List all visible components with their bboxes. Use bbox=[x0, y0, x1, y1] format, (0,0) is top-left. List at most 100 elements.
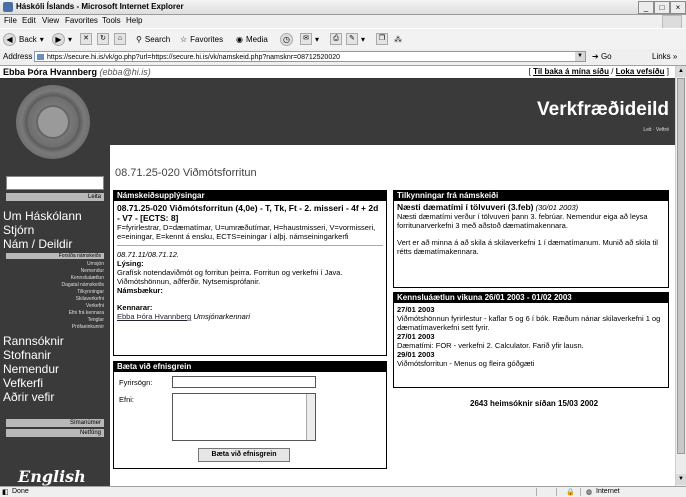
description-text: Grafísk notendaviðmót og forritun þeirra… bbox=[117, 268, 343, 286]
visit-counter: 2643 heimsóknir síðan 15/03 2002 bbox=[470, 399, 599, 408]
go-button[interactable]: ➔ Go bbox=[592, 52, 612, 61]
nav-sub-skilaverkefni[interactable]: Skilaverkefni bbox=[76, 296, 104, 302]
back-button[interactable]: ◀ Back ▾ bbox=[3, 32, 44, 46]
forward-button[interactable]: ▶ ▾ bbox=[52, 32, 72, 46]
forward-arrow-icon: ▶ bbox=[52, 32, 65, 46]
menu-favorites[interactable]: Favorites bbox=[65, 16, 98, 25]
course-info-box: Námskeiðsupplýsingar 08.71.25-020 Viðmót… bbox=[113, 190, 387, 356]
announcement-title-line: Næsti dæmatími í tölvuveri (3.feb) (30/0… bbox=[397, 202, 665, 213]
lock-icon: 🔒 bbox=[566, 489, 575, 496]
schedule-date: 27/01 2003 bbox=[397, 332, 435, 341]
history-button[interactable]: ◷ bbox=[280, 32, 293, 46]
emails-link[interactable]: Netföng bbox=[6, 429, 104, 437]
search-button[interactable]: ⚲ Search bbox=[136, 32, 170, 46]
department-title: Verkfræðideild bbox=[537, 99, 669, 120]
nav-sub-profaeinkunnir[interactable]: Prófaeinkunnir bbox=[72, 324, 104, 330]
menu-bar: File Edit View Favorites Tools Help bbox=[0, 15, 686, 29]
window-titlebar: Háskóli Íslands - Microsoft Internet Exp… bbox=[0, 0, 686, 15]
search-icon: ⚲ bbox=[136, 34, 142, 44]
left-sidebar: Leita Um Háskólann Stjórn Nám / Deildir … bbox=[0, 79, 110, 486]
page-scrollbar[interactable]: ▲ ▼ bbox=[675, 66, 686, 486]
nav-sub-dagatal[interactable]: Dagatal námskeiðs bbox=[61, 282, 104, 288]
teacher-line: Ebba Þóra Hvannberg Umsjónarkennari bbox=[117, 312, 383, 321]
divider bbox=[536, 488, 537, 496]
back-to-my-page-link[interactable]: Til baka á mína síðu bbox=[533, 67, 609, 76]
discuss-button[interactable]: ❐ bbox=[376, 32, 388, 46]
topic-body-textarea[interactable] bbox=[172, 393, 316, 441]
page-title: 08.71.25-020 Viðmótsforritun bbox=[115, 167, 257, 179]
nav-adrir-vefir[interactable]: Aðrir vefir bbox=[3, 390, 54, 404]
nav-rannsoknir[interactable]: Rannsóknir bbox=[3, 334, 64, 348]
topic-title-label: Fyrirsögn: bbox=[119, 378, 153, 387]
mail-icon: ✉ bbox=[300, 33, 312, 45]
mail-button[interactable]: ✉ ▾ bbox=[300, 32, 319, 46]
internet-zone-icon: ◍ bbox=[586, 489, 593, 496]
books-label: Námsbækur: bbox=[117, 286, 163, 295]
header-sublinks[interactable]: Leit · Veftré bbox=[643, 127, 669, 133]
topic-title-input[interactable] bbox=[172, 376, 316, 388]
nav-um-haskolann[interactable]: Um Háskólann bbox=[3, 209, 82, 223]
chevron-down-icon: ▾ bbox=[68, 34, 73, 44]
course-info-content: 08.71.25-020 Viðmótsforritun (4,0e) - T,… bbox=[117, 203, 383, 321]
description-label: Lýsing: bbox=[117, 259, 144, 268]
nav-nemendur[interactable]: Nemendur bbox=[3, 362, 59, 376]
schedule-heading: Kennsluáætlun vikuna 26/01 2003 - 01/02 … bbox=[394, 293, 668, 303]
nav-stofnanir[interactable]: Stofnanir bbox=[3, 348, 51, 362]
scroll-up-arrow-icon[interactable]: ▲ bbox=[676, 66, 686, 77]
nav-sub-forsida[interactable]: Forsíða námskeiðs bbox=[6, 253, 104, 259]
nav-sub-verkefni[interactable]: Verkefni bbox=[86, 303, 104, 309]
teacher-name-link[interactable]: Ebba Þóra Hvannberg bbox=[117, 312, 191, 321]
english-link[interactable]: English bbox=[18, 467, 86, 486]
user-name-line: Ebba Þóra Hvannberg (ebba@hi.is) bbox=[3, 67, 151, 77]
messenger-button[interactable]: ⁂ bbox=[394, 32, 402, 46]
menu-file[interactable]: File bbox=[4, 16, 17, 25]
nav-sub-kennsluaaetlun[interactable]: Kennsluáætlun bbox=[71, 275, 104, 281]
announcement-title[interactable]: Næsti dæmatími í tölvuveri (3.feb) bbox=[397, 202, 534, 212]
schedule-date: 29/01 2003 bbox=[397, 350, 435, 359]
course-legend: F=fyrirlestrar, D=dæmatímar, U=umræðutím… bbox=[117, 223, 376, 241]
nav-sub-tenglar[interactable]: Tenglar bbox=[88, 317, 104, 323]
stop-icon: ✕ bbox=[80, 33, 92, 45]
favorites-button[interactable]: ☆ Favorites bbox=[180, 32, 223, 46]
sidebar-search-input[interactable] bbox=[6, 176, 104, 190]
scroll-thumb[interactable] bbox=[677, 78, 685, 454]
menu-tools[interactable]: Tools bbox=[102, 16, 121, 25]
go-arrow-icon: ➔ bbox=[592, 52, 599, 61]
nav-sub-tilkynningar[interactable]: Tilkynningar bbox=[77, 289, 104, 295]
refresh-button[interactable]: ↻ bbox=[97, 32, 109, 46]
nav-nam-deildir[interactable]: Nám / Deildir bbox=[3, 237, 72, 251]
schedule-text: Viðmótsforritun - Menus og fleira góðgæt… bbox=[397, 359, 535, 368]
media-button[interactable]: ◉ Media bbox=[236, 32, 268, 46]
chevron-down-icon: ▾ bbox=[315, 34, 320, 44]
phone-numbers-link[interactable]: Símanúmer bbox=[6, 419, 104, 427]
university-seal-logo bbox=[16, 85, 90, 159]
nav-sub-efni-fra-kennara[interactable]: Efni frá kennara bbox=[69, 310, 104, 316]
textarea-scrollbar[interactable] bbox=[306, 394, 315, 440]
links-button[interactable]: Links » bbox=[652, 52, 677, 61]
nav-stjorn[interactable]: Stjórn bbox=[3, 223, 34, 237]
nav-vefkerfi[interactable]: Vefkerfi bbox=[3, 376, 43, 390]
edit-icon: ✎ bbox=[346, 33, 358, 45]
stop-button[interactable]: ✕ bbox=[80, 32, 92, 46]
status-text: Done bbox=[12, 488, 29, 495]
scroll-down-arrow-icon[interactable]: ▼ bbox=[676, 474, 686, 485]
add-topic-submit-button[interactable]: Bæta við efnisgrein bbox=[198, 448, 290, 462]
minimize-button[interactable]: _ bbox=[638, 1, 654, 14]
nav-sub-umsjon[interactable]: Umsjón bbox=[87, 261, 104, 267]
header-band: Verkfræðideild Leit · Veftré bbox=[110, 79, 675, 145]
edit-button[interactable]: ✎ ▾ bbox=[346, 32, 365, 46]
menu-view[interactable]: View bbox=[42, 16, 59, 25]
print-button[interactable]: ⎙ bbox=[330, 32, 342, 46]
close-button[interactable]: × bbox=[670, 1, 686, 14]
home-button[interactable]: ⌂ bbox=[114, 32, 126, 46]
nav-sub-nemendur[interactable]: Nemendur bbox=[81, 268, 104, 274]
divider bbox=[117, 245, 383, 246]
address-input[interactable]: https://secure.hi.is/vk/go.php?url=https… bbox=[34, 51, 586, 62]
maximize-button[interactable]: □ bbox=[654, 1, 670, 14]
menu-help[interactable]: Help bbox=[126, 16, 142, 25]
close-page-link[interactable]: Loka vefsíðu bbox=[616, 67, 665, 76]
address-label: Address bbox=[3, 52, 33, 61]
chevron-down-icon[interactable]: ▼ bbox=[575, 52, 585, 61]
sidebar-search-button[interactable]: Leita bbox=[6, 193, 104, 201]
menu-edit[interactable]: Edit bbox=[22, 16, 36, 25]
